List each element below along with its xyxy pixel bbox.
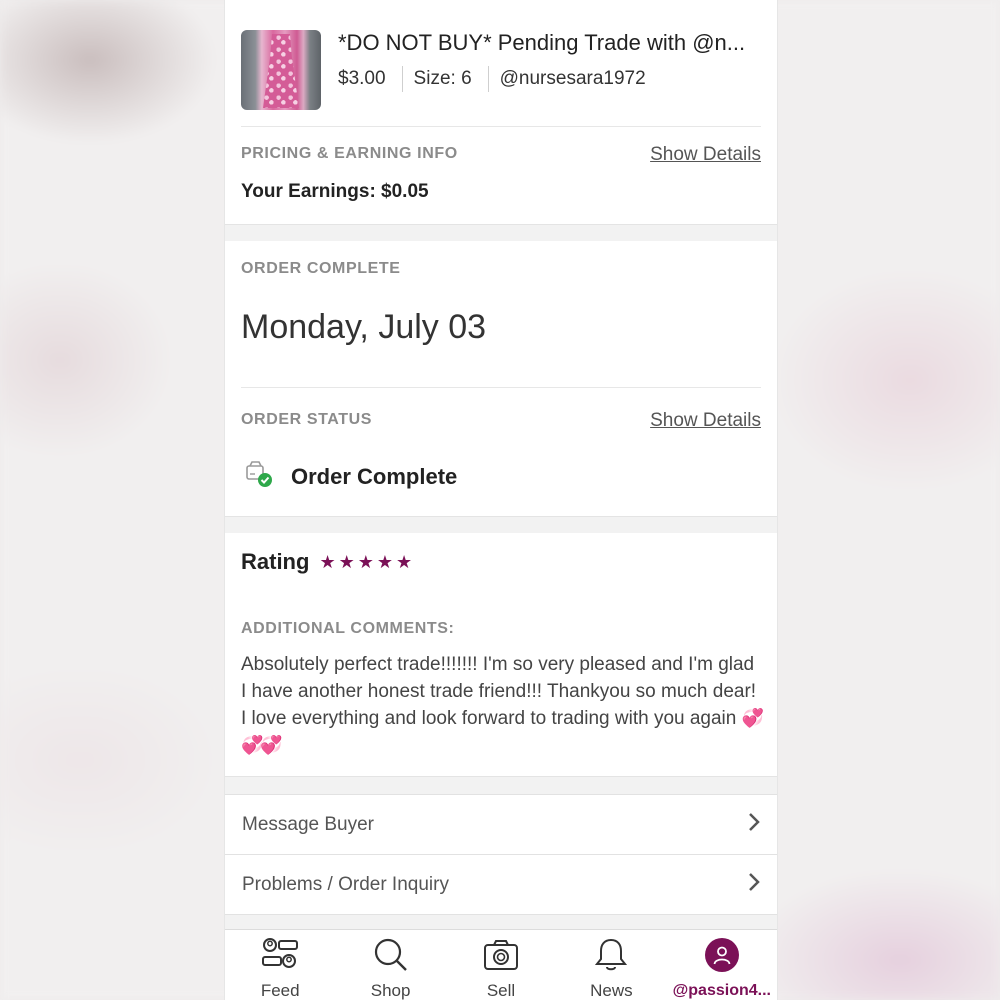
bell-icon [594,936,628,973]
tab-profile-label: @passion4... [672,982,771,999]
order-date: Monday, July 03 [241,308,487,346]
divider [241,387,761,388]
package-check-icon [245,460,273,493]
star-icon: ★ [376,552,394,572]
star-icon: ★ [396,552,413,572]
additional-comments-heading: ADDITIONAL COMMENTS: [241,620,455,637]
tab-feed[interactable]: Feed [225,930,335,1000]
meta-divider [487,66,489,92]
section-gap [225,915,777,929]
profile-avatar-icon [704,938,739,972]
order-inquiry-label: Problems / Order Inquiry [242,873,449,895]
meta-divider [401,66,403,92]
app-screen: *DO NOT BUY* Pending Trade with @n... $3… [224,0,778,1000]
your-earnings: Your Earnings: $0.05 [241,181,429,202]
chevron-right-icon [747,871,761,898]
tab-sell-label: Sell [486,981,516,1000]
tab-shop-label: Shop [370,981,411,1000]
section-gap [225,224,777,242]
tab-news-label: News [590,981,633,1000]
rating-row: Rating ★ ★ ★ ★ ★ [241,549,412,575]
listing-size: Size: 6 [413,68,472,89]
star-icon: ★ [357,552,374,572]
listing-price: $3.00 [338,68,386,89]
bottom-tab-bar: Feed Shop Sell News @passion4... [225,929,777,1000]
listing-thumbnail[interactable] [241,30,321,110]
order-status-show-details-link[interactable]: Show Details [650,410,761,432]
profile-icon-wrapper [704,936,739,974]
listing-section: *DO NOT BUY* Pending Trade with @n... $3… [225,0,777,224]
seller-username[interactable]: @nursesara1972 [500,68,646,90]
tab-profile[interactable]: @passion4... [667,930,777,1000]
rating-stars: ★ ★ ★ ★ ★ [319,553,412,571]
rating-label: Rating [241,549,310,574]
chevron-right-icon [747,811,761,838]
listing-title[interactable]: *DO NOT BUY* Pending Trade with @n... [338,30,768,56]
order-status-text: Order Complete [291,463,458,489]
comment-text: Absolutely perfect trade!!!!!!! I'm so v… [241,654,757,729]
star-icon: ★ [319,552,336,572]
tab-sell[interactable]: Sell [446,930,556,1000]
section-gap [225,516,777,534]
listing-meta: $3.00 Size: 6 @nursesara1972 [338,66,646,92]
section-gap [225,776,777,796]
order-complete-heading: ORDER COMPLETE [241,260,401,277]
camera-icon [483,936,519,973]
pricing-show-details-link[interactable]: Show Details [650,144,761,166]
tab-feed-label: Feed [260,981,300,1000]
star-icon: ★ [338,552,355,572]
buyer-comment: Absolutely perfect trade!!!!!!! I'm so v… [241,651,764,759]
message-buyer-label: Message Buyer [242,813,375,835]
pricing-heading: PRICING & EARNING INFO [241,145,458,162]
search-icon [373,936,409,973]
message-buyer-row[interactable]: Message Buyer [225,794,777,854]
order-status-heading: ORDER STATUS [241,411,373,428]
order-status-row: Order Complete [245,460,457,493]
tab-shop[interactable]: Shop [335,930,445,1000]
order-inquiry-row[interactable]: Problems / Order Inquiry [225,854,777,915]
tab-news[interactable]: News [556,930,666,1000]
feed-icon [261,936,299,973]
dress-image [263,34,299,108]
divider [241,126,761,127]
